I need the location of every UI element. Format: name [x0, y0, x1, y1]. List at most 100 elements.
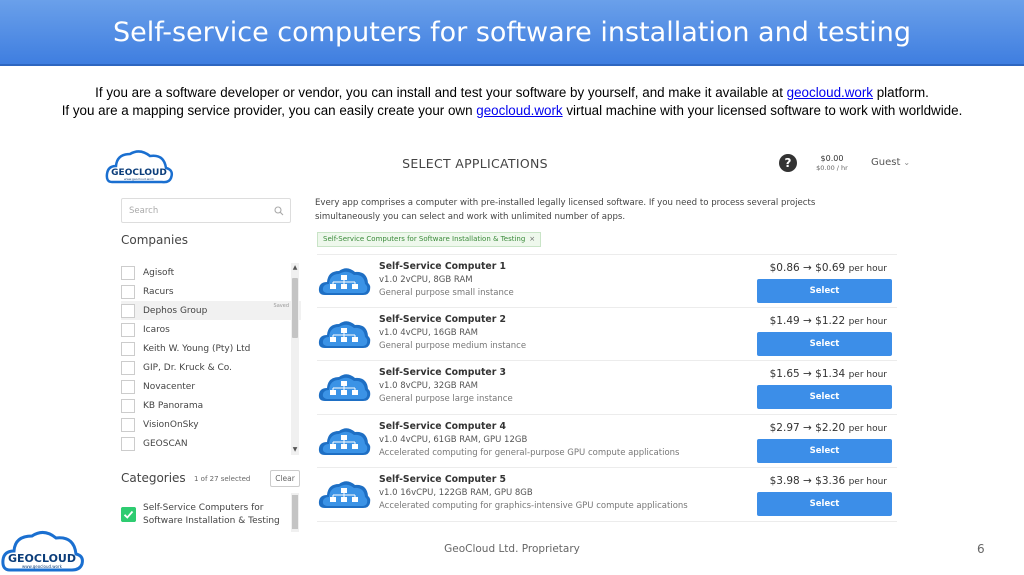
product-specs: v1.0 4vCPU, 61GB RAM, GPU 12GB: [379, 434, 528, 445]
search-input[interactable]: [129, 203, 269, 219]
product-specs: v1.0 16vCPU, 122GB RAM, GPU 8GB: [379, 488, 533, 498]
company-tag: Saved: [273, 303, 289, 309]
scrollbar-thumb[interactable]: [292, 278, 298, 338]
geocloud-link-2[interactable]: geocloud.work: [476, 103, 562, 118]
company-item[interactable]: GIP, Dr. Kruck & Co.: [121, 358, 301, 377]
balance-amount: $0.00: [820, 154, 844, 163]
product-description: General purpose medium instance: [379, 340, 527, 351]
filter-chip-label: Self-Service Computers for Software Inst…: [323, 235, 526, 243]
scroll-up-icon[interactable]: ▲: [291, 264, 299, 272]
balance-rate: $0.00 / hr: [816, 164, 848, 172]
footer-text: GeoCloud Ltd. Proprietary: [444, 543, 580, 555]
company-item[interactable]: Agisoft: [121, 263, 301, 282]
geocloud-link[interactable]: geocloud.work: [787, 85, 873, 100]
company-item[interactable]: GEOSCAN: [121, 434, 301, 453]
cloud-network-icon: [318, 267, 371, 296]
checkbox[interactable]: [121, 417, 135, 432]
price-value: $1.65 → $1.34: [769, 368, 846, 380]
cloud-network-icon: [318, 373, 371, 402]
company-item[interactable]: Novacenter: [121, 377, 301, 396]
scrollbar-thumb[interactable]: [292, 495, 298, 529]
company-label: Novacenter: [143, 381, 196, 392]
product-list: Self-Service Computer 1 v1.0 2vCPU, 8GB …: [317, 254, 897, 522]
checkbox[interactable]: [121, 398, 135, 413]
price-value: $2.97 → $2.20: [769, 421, 846, 434]
cloud-network-icon: [318, 320, 371, 348]
checkbox[interactable]: [121, 303, 135, 318]
svg-text:www.geocloud.work: www.geocloud.work: [22, 564, 63, 569]
price-value: $3.98 → $3.36: [769, 475, 846, 487]
company-item[interactable]: Dephos Group Saved: [121, 301, 301, 320]
close-icon[interactable]: ×: [529, 235, 535, 243]
product-name: Self-Service Computer 5: [379, 474, 507, 485]
svg-text:www.geocloud.work: www.geocloud.work: [124, 177, 154, 181]
select-button[interactable]: Select: [757, 385, 892, 409]
checkbox[interactable]: [121, 436, 135, 451]
price-value: $1.49 → $1.22: [769, 314, 846, 327]
filter-chip[interactable]: Self-Service Computers for Software Inst…: [317, 232, 542, 247]
price-unit: per hour: [848, 423, 887, 434]
company-label: GEOSCAN: [143, 438, 188, 449]
select-button[interactable]: Select: [757, 492, 892, 516]
apps-intro-text: Every app comprises a computer with pre-…: [315, 198, 816, 222]
cloud-network-icon: [318, 480, 371, 509]
company-label: Agisoft: [143, 267, 175, 278]
checkbox[interactable]: [121, 322, 135, 337]
company-label: Dephos Group: [143, 305, 208, 316]
page-number: 6: [977, 542, 985, 556]
checkbox-checked-icon[interactable]: [121, 507, 136, 522]
intro-line-1: If you are a software developer or vendo…: [0, 84, 1024, 102]
category-item[interactable]: Self-Service Computers for Software Inst…: [121, 501, 301, 531]
slide-intro: If you are a software developer or vendo…: [0, 84, 1024, 120]
product-row: Self-Service Computer 5 v1.0 16vCPU, 122…: [317, 468, 897, 522]
product-specs: v1.0 4vCPU, 16GB RAM: [379, 327, 479, 338]
select-button[interactable]: Select: [757, 279, 892, 303]
checkbox[interactable]: [121, 341, 135, 356]
user-name: Guest: [871, 157, 901, 168]
chevron-down-icon: ⌄: [903, 158, 911, 167]
category-list-scrollbar[interactable]: [291, 493, 299, 532]
search-box: [121, 198, 291, 223]
cloud-network-icon: [318, 427, 371, 455]
select-button[interactable]: Select: [757, 438, 892, 463]
checkbox[interactable]: [121, 360, 135, 375]
company-item[interactable]: Racurs: [121, 282, 301, 301]
search-icon[interactable]: [274, 206, 284, 216]
product-price: $1.49 → $1.22 per hour: [770, 315, 887, 327]
product-row: Self-Service Computer 1 v1.0 2vCPU, 8GB …: [317, 254, 897, 308]
categories-title: Categories: [121, 471, 186, 485]
product-name: Self-Service Computer 3: [379, 367, 507, 378]
product-price: $2.97 → $2.20 per hour: [770, 422, 887, 434]
price-unit: per hour: [848, 477, 887, 487]
checkbox[interactable]: [121, 265, 135, 280]
company-list-scrollbar[interactable]: ▲ ▼: [291, 263, 299, 455]
intro-line-2-suffix: virtual machine with your licensed softw…: [562, 103, 963, 118]
company-label: GIP, Dr. Kruck & Co.: [143, 362, 233, 373]
product-price: $0.86 → $0.69 per hour: [770, 262, 887, 274]
product-description: Accelerated computing for general-purpos…: [379, 447, 680, 458]
company-item[interactable]: Icaros: [121, 320, 301, 339]
price-value: $0.86 → $0.69: [769, 262, 846, 274]
category-label: Self-Service Computers for Software Inst…: [143, 503, 280, 526]
company-list: Agisoft Racurs Dephos Group Saved Icaros …: [121, 263, 301, 455]
checkbox[interactable]: [121, 379, 135, 394]
product-price: $3.98 → $3.36 per hour: [770, 475, 887, 487]
app-window: GEOCLOUD www.geocloud.work SELECT APPLIC…: [100, 138, 915, 532]
company-item[interactable]: Keith W. Young (Pty) Ltd: [121, 339, 301, 358]
company-item[interactable]: KB Panorama: [121, 396, 301, 415]
checkbox[interactable]: [121, 284, 135, 299]
price-unit: per hour: [848, 264, 887, 274]
company-label: Icaros: [143, 324, 170, 335]
help-icon[interactable]: ?: [779, 154, 797, 172]
scroll-down-icon[interactable]: ▼: [291, 446, 299, 454]
select-button[interactable]: Select: [757, 331, 892, 356]
company-item[interactable]: VisionOnSky: [121, 415, 301, 434]
user-menu[interactable]: Guest ⌄: [871, 157, 910, 168]
geocloud-logo[interactable]: GEOCLOUD www.geocloud.work: [104, 144, 174, 188]
product-row: Self-Service Computer 4 v1.0 4vCPU, 61GB…: [317, 415, 897, 468]
slide-title: Self-service computers for software inst…: [112, 16, 912, 48]
company-label: Keith W. Young (Pty) Ltd: [143, 343, 251, 354]
company-label: KB Panorama: [143, 400, 204, 411]
clear-button[interactable]: Clear: [270, 470, 300, 487]
balance-display: $0.00 $0.00 / hr: [810, 154, 854, 172]
